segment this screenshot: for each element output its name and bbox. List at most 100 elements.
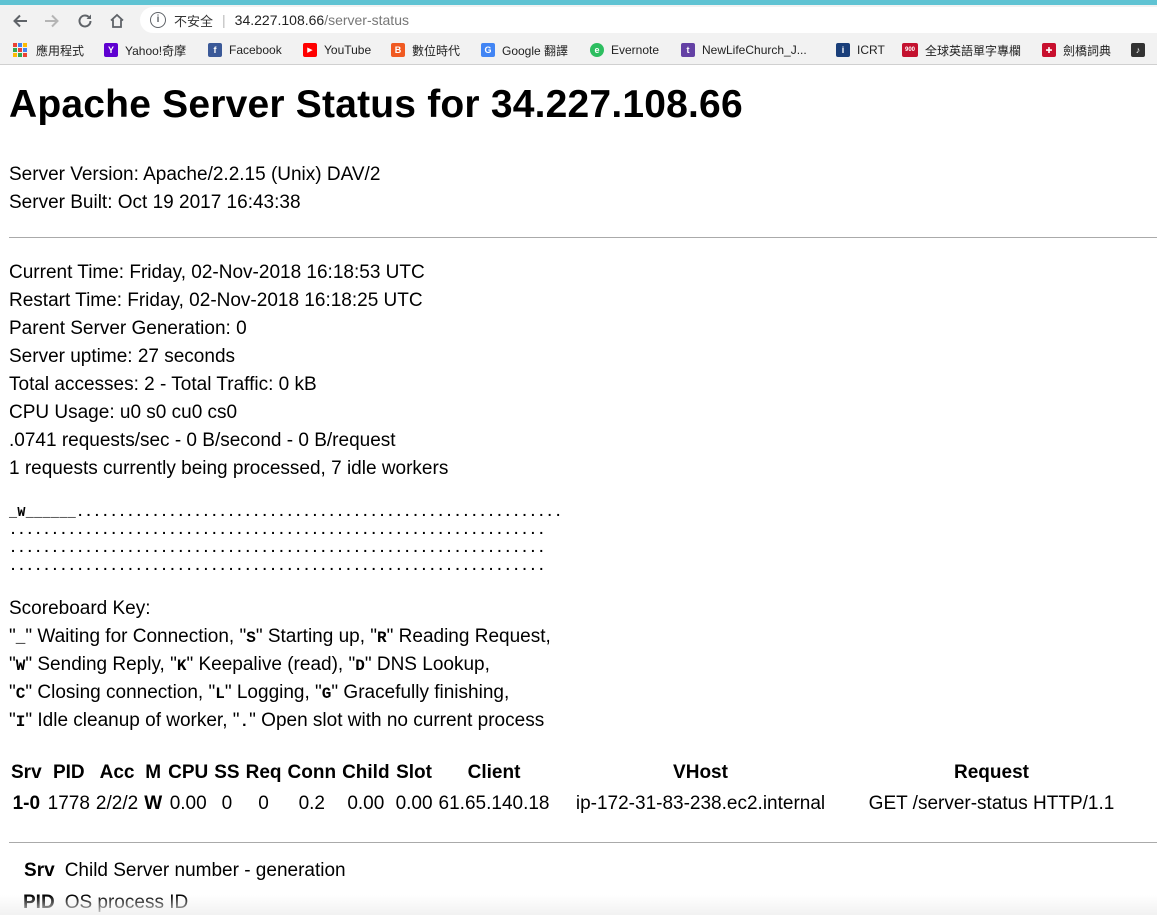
yahoo-icon: Y [104, 43, 118, 57]
column-header: Srv [11, 762, 42, 783]
bookmark-label: Yahoo!奇摩 [125, 43, 187, 58]
definition-row: Srv Child Server number - generation [21, 855, 348, 887]
scoreboard-key-code: _ [15, 629, 26, 647]
bookmark-bnext[interactable]: B 數位時代 [391, 41, 460, 59]
table-cell: 0 [258, 793, 269, 814]
column-header: VHost [673, 762, 728, 783]
forward-button[interactable] [39, 8, 65, 34]
column-header: Slot [396, 762, 432, 783]
bookmark-label: Google 翻譯 [502, 43, 569, 58]
worker-summary: 1 requests currently being processed, 7 … [9, 458, 449, 479]
table-cell: ip-172-31-83-238.ec2.internal [575, 793, 826, 814]
bookmark-label: 全球英語單字專欄 [925, 43, 1022, 58]
bookmark-label: 數位時代 [412, 43, 461, 58]
bookmark-youtube[interactable]: ▶ YouTube [303, 41, 371, 59]
table-cell: 2/2/2 [95, 793, 139, 814]
bookmark-facebook[interactable]: f Facebook [208, 41, 282, 59]
music-icon: ♪ [1131, 43, 1145, 57]
column-header: Client [467, 762, 521, 783]
column-header: Acc [99, 762, 135, 783]
scoreboard-key-code: G [321, 685, 332, 703]
column-header: Request [954, 762, 1029, 783]
bookmark-newlifechurch[interactable]: t NewLifeChurch_J... [681, 41, 807, 59]
scoreboard-row: ........................................… [9, 524, 546, 539]
scoreboard-key-text: " Closing connection, " [25, 682, 216, 703]
back-button[interactable] [7, 8, 33, 34]
scoreboard-key-code: R [377, 629, 387, 647]
bookmark-music[interactable]: ♪ [1131, 41, 1152, 59]
icrt-icon: i [836, 43, 850, 57]
table-cell: 1778 [47, 793, 90, 814]
scoreboard-key-code: . [239, 713, 250, 731]
server-built: Server Built: Oct 19 2017 16:43:38 [9, 192, 301, 213]
column-header: SS [214, 762, 240, 783]
scoreboard-key-text: " Sending Reply, " [25, 654, 177, 675]
scoreboard-key-text: " Starting up, " [255, 626, 378, 647]
bookmark-icrt[interactable]: i ICRT [836, 41, 885, 59]
table-cell: 0 [221, 793, 233, 814]
youtube-icon: ▶ [303, 43, 317, 57]
bookmark-label: YouTube [324, 43, 372, 57]
forward-arrow-icon [45, 14, 59, 28]
reload-button[interactable] [72, 8, 98, 34]
divider [9, 237, 1157, 238]
scoreboard-key-line: "_" Waiting for Connection, "S" Starting… [9, 623, 551, 652]
bookmark-english-vocab[interactable]: 900 全球英語單字專欄 [902, 41, 1021, 59]
definition-desc: Child Server number - generation [64, 860, 346, 881]
reload-icon [78, 14, 92, 28]
url-host: 34.227.108.66 [234, 12, 325, 28]
restart-time: Restart Time: Friday, 02-Nov-2018 16:18:… [9, 290, 423, 311]
browser-toolbar: i 不安全 | 34.227.108.66/server-status [0, 5, 1157, 36]
column-header: M [145, 762, 162, 783]
info-icon[interactable]: i [150, 12, 166, 28]
page-title: Apache Server Status for 34.227.108.66 [9, 83, 743, 126]
bookmark-google-translate[interactable]: G Google 翻譯 [481, 41, 568, 59]
scoreboard-key-text: " DNS Lookup, [364, 654, 490, 675]
cambridge-shield-icon: ✚ [1042, 43, 1056, 57]
worker-table: Srv PID Acc M CPU SS Req Conn Child Slot Client VHo… [7, 759, 1136, 821]
scoreboard-key-line: "I" Idle cleanup of worker, "." Open slo… [9, 707, 544, 736]
google-translate-icon: G [481, 43, 495, 57]
table-cell: GET /server-status HTTP/1.1 [868, 793, 1115, 814]
cpu-usage: CPU Usage: u0 s0 cu0 cs0 [9, 402, 238, 423]
column-header: Child [342, 762, 390, 783]
scoreboard-key-text: " [9, 654, 16, 675]
bookmark-yahoo[interactable]: Y Yahoo!奇摩 [104, 41, 186, 59]
back-arrow-icon [13, 14, 27, 28]
bookmark-label: ICRT [857, 43, 885, 57]
scoreboard-key-text: " [9, 626, 16, 647]
evernote-icon: e [590, 43, 604, 57]
table-cell: 0.00 [169, 793, 207, 814]
scoreboard-key-text: " Open slot with no current process [249, 710, 545, 731]
scoreboard-key-text: " Keepalive (read), " [186, 654, 356, 675]
bookmark-evernote[interactable]: e Evernote [590, 41, 659, 59]
bookmark-cambridge[interactable]: ✚ 劍橋詞典 [1042, 41, 1111, 59]
table-cell: 0.00 [395, 793, 433, 814]
table-cell: 1-0 [12, 793, 41, 814]
parent-generation: Parent Server Generation: 0 [9, 318, 247, 339]
scoreboard-row: ........................................… [9, 542, 546, 557]
scoreboard-key-code: I [15, 713, 26, 731]
scoreboard-key-text: " Reading Request, [386, 626, 551, 647]
bookmarks-bar: 應用程式 Y Yahoo!奇摩 f Facebook ▶ YouTube B 數… [0, 36, 1157, 65]
home-button[interactable] [104, 8, 130, 34]
nine-hundred-icon: 900 [902, 43, 918, 57]
scoreboard-key-code: L [215, 685, 225, 703]
server-version: Server Version: Apache/2.2.15 (Unix) DAV… [9, 164, 381, 185]
column-header: Req [245, 762, 282, 783]
request-rates: .0741 requests/sec - 0 B/second - 0 B/re… [9, 430, 396, 451]
scoreboard-key-text: " [9, 682, 16, 703]
twitch-icon: t [681, 43, 695, 57]
bookmark-apps[interactable]: 應用程式 [13, 41, 84, 59]
scoreboard-key-line: "W" Sending Reply, "K" Keepalive (read),… [9, 651, 490, 680]
home-icon [110, 13, 124, 28]
apps-grid-icon [13, 43, 27, 57]
facebook-icon: f [208, 43, 222, 57]
table-cell: W [144, 793, 163, 814]
address-bar[interactable]: i 不安全 | 34.227.108.66/server-status [140, 7, 1157, 33]
column-header: CPU [168, 762, 209, 783]
scoreboard-key-code: S [246, 629, 256, 647]
scoreboard-key-code: D [355, 657, 365, 675]
scoreboard-key-text: " Logging, " [224, 682, 322, 703]
bn-icon: B [391, 43, 405, 57]
